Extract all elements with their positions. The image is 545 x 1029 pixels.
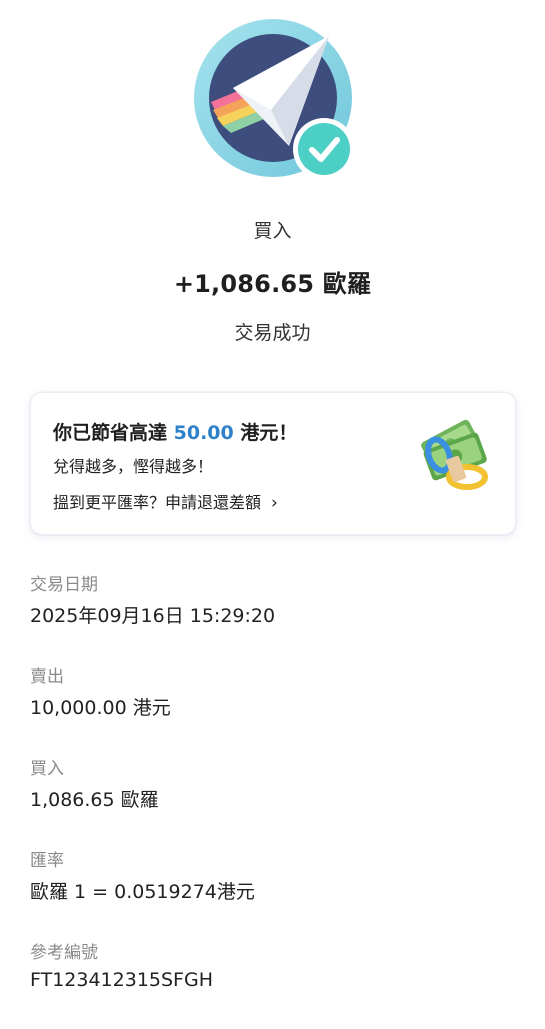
transaction-amount: +1,086.65 歐羅 (173, 270, 372, 298)
detail-value-sell: 10,000.00 港元 (30, 697, 171, 719)
detail-value-reference: FT123412315SFGH (30, 969, 213, 991)
detail-value-rate: 歐羅 1 = 0.0519274港元 (30, 881, 255, 903)
detail-label-date: 交易日期 (30, 575, 98, 595)
price-guarantee-card[interactable]: 你已節省高達 50.00 港元！ 兌得越多，慳得越多！ 搵到更平匯率？申請退還差… (30, 392, 516, 535)
detail-value-buy: 1,086.65 歐羅 (30, 789, 159, 811)
detail-label-buy: 買入 (30, 759, 64, 779)
money-stack-icon (421, 419, 488, 490)
transaction-type: 買入 (253, 220, 292, 242)
refund-difference-link[interactable]: 搵到更平匯率？申請退還差額 › (53, 489, 278, 513)
chevron-right-icon: › (271, 493, 278, 513)
detail-value-date: 2025年09月16日 15:29:20 (30, 605, 276, 627)
savings-amount: 50.00 (173, 422, 234, 444)
savings-subtitle: 兌得越多，慳得越多！ (53, 457, 214, 476)
savings-title: 你已節省高達 50.00 港元！ (53, 422, 298, 444)
detail-label-reference: 參考編號 (30, 943, 98, 963)
transaction-status: 交易成功 (234, 322, 311, 344)
detail-label-rate: 匯率 (30, 851, 64, 871)
paper-plane-success-icon (194, 19, 355, 180)
detail-label-sell: 賣出 (30, 667, 64, 687)
